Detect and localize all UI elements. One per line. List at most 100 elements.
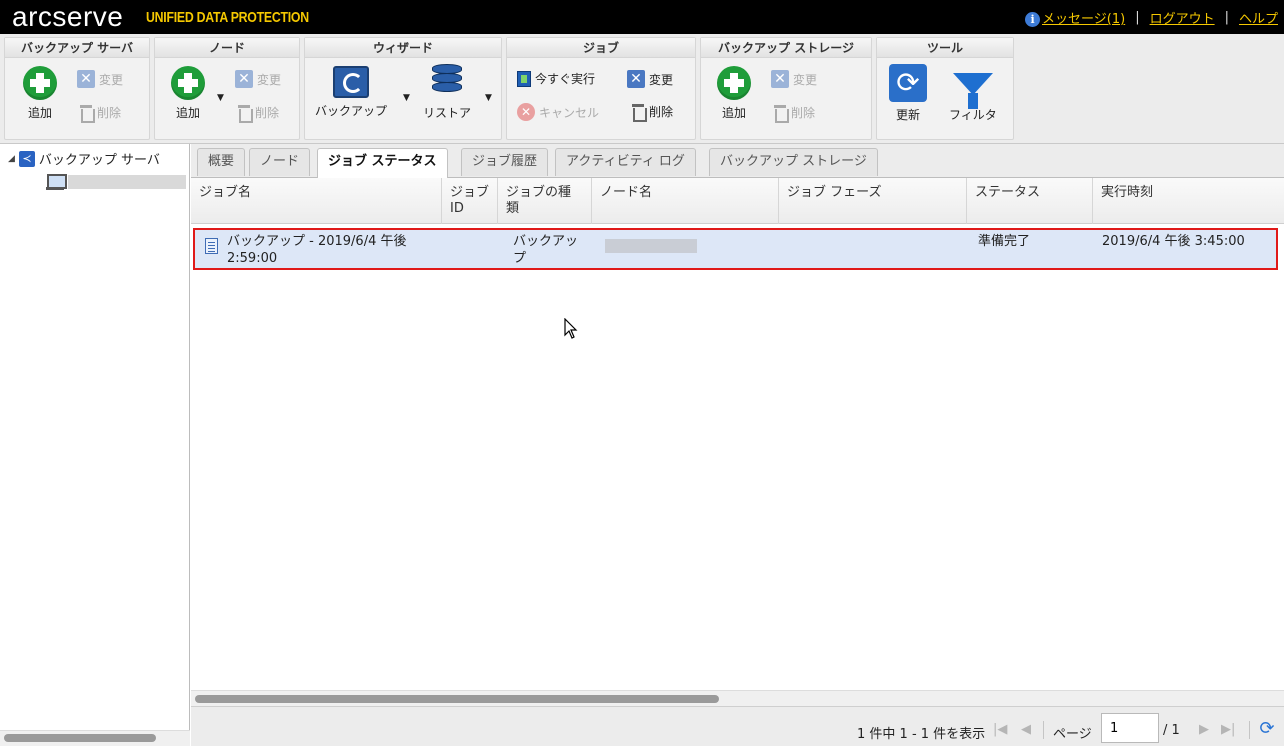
- column-label: ID: [450, 201, 464, 216]
- edit-server-button[interactable]: ✕ 変更: [77, 70, 123, 88]
- messages-link-text[interactable]: メッセージ(1): [1042, 12, 1125, 27]
- column-node-name[interactable]: ノード名: [592, 178, 779, 224]
- edit-node-button[interactable]: ✕ 変更: [235, 70, 281, 88]
- button-label: 追加: [27, 106, 52, 120]
- tab-job-status[interactable]: ジョブ ステータス: [317, 148, 448, 178]
- grid-horizontal-scrollbar[interactable]: [191, 690, 1284, 706]
- page-total: / 1: [1163, 723, 1180, 738]
- button-label: 追加: [721, 106, 746, 120]
- tab-backup-storage[interactable]: バックアップ ストレージ: [709, 148, 878, 176]
- pager-summary: 1 件中 1 - 1 件を表示: [857, 727, 986, 742]
- tab-job-history[interactable]: ジョブ履歴: [461, 148, 549, 176]
- last-page-icon[interactable]: ▶|: [1221, 722, 1235, 737]
- filter-icon: [952, 73, 993, 109]
- edit-icon: ✕: [77, 70, 95, 88]
- delete-server-button[interactable]: 削除: [79, 104, 121, 123]
- tab-activity-log[interactable]: アクティビティ ログ: [555, 148, 696, 176]
- edit-icon: ✕: [627, 70, 645, 88]
- group-title: ジョブ: [507, 38, 695, 58]
- trash-icon: [79, 104, 95, 123]
- chevron-down-icon[interactable]: ▼: [485, 93, 492, 103]
- column-label: 類: [506, 201, 520, 216]
- app-header: arcserve UNIFIED DATA PROTECTION i メッセージ(…: [0, 0, 1284, 34]
- group-tools: ツール 更新 フィルタ: [876, 37, 1014, 140]
- button-label: リストア: [423, 106, 472, 120]
- edit-icon: ✕: [235, 70, 253, 88]
- delete-job-button[interactable]: 削除: [631, 103, 674, 122]
- prev-page-icon[interactable]: ◀: [1021, 722, 1031, 737]
- scrollbar-thumb[interactable]: [195, 695, 719, 703]
- button-label: 削除: [255, 106, 280, 120]
- help-link[interactable]: ヘルプ: [1239, 8, 1278, 27]
- tree-root-backup-server[interactable]: ◢ ≺ バックアップ サーバ: [8, 149, 160, 168]
- delete-storage-button[interactable]: 削除: [773, 104, 815, 123]
- button-label: 追加: [175, 106, 200, 120]
- add-icon: [171, 66, 205, 100]
- first-page-icon[interactable]: |◀: [993, 722, 1007, 737]
- backup-wizard-button[interactable]: バックアップ: [315, 66, 387, 119]
- next-page-icon[interactable]: ▶: [1199, 722, 1209, 737]
- cell-text: プ: [513, 251, 527, 266]
- separator: |: [1135, 10, 1140, 25]
- chevron-down-icon[interactable]: ▼: [217, 93, 224, 103]
- cell-status: 準備完了: [978, 234, 1031, 249]
- edit-icon: ✕: [771, 70, 789, 88]
- column-run-time[interactable]: 実行時刻: [1093, 178, 1284, 224]
- group-node: ノード 追加 ▼ ✕ 変更 削除: [154, 37, 300, 140]
- grid-header: ジョブ名 ジョブ ID ジョブの種 類 ノード名 ジョブ フェーズ ステータス …: [191, 178, 1284, 224]
- cancel-icon: ✕: [517, 103, 535, 121]
- info-icon: i: [1025, 12, 1041, 27]
- expand-arrow-icon[interactable]: ◢: [8, 154, 15, 164]
- edit-job-button[interactable]: ✕ 変更: [627, 70, 673, 88]
- messages-link[interactable]: i メッセージ(1): [1025, 8, 1125, 27]
- run-icon: [517, 70, 531, 87]
- button-label: 更新: [895, 108, 920, 122]
- column-job-id[interactable]: ジョブ ID: [442, 178, 498, 224]
- tab-node[interactable]: ノード: [249, 148, 311, 176]
- tab-overview[interactable]: 概要: [197, 148, 246, 176]
- group-wizard: ウィザード バックアップ ▼ リストア ▼: [304, 37, 502, 140]
- group-title: ウィザード: [305, 38, 501, 58]
- tree-root-label: バックアップ サーバ: [38, 153, 160, 168]
- column-job-name[interactable]: ジョブ名: [191, 178, 442, 224]
- refresh-icon[interactable]: ⟳: [1258, 720, 1276, 738]
- logout-link[interactable]: ログアウト: [1150, 8, 1215, 27]
- button-label: キャンセル: [539, 105, 600, 120]
- restore-wizard-button[interactable]: リストア: [423, 64, 471, 121]
- filter-button[interactable]: フィルタ: [949, 64, 997, 123]
- button-label: 変更: [257, 72, 282, 87]
- column-job-type[interactable]: ジョブの種 類: [498, 178, 592, 224]
- cancel-job-button[interactable]: ✕ キャンセル: [517, 103, 599, 121]
- divider: [1249, 721, 1250, 739]
- delete-node-button[interactable]: 削除: [237, 104, 280, 123]
- ribbon-toolbar: バックアップ サーバ 追加 ✕ 変更 削除 ノード 追加 ▼ ✕ 変更 削除 ウ…: [0, 34, 1284, 144]
- add-storage-button[interactable]: 追加: [717, 66, 751, 121]
- chevron-down-icon[interactable]: ▼: [403, 93, 410, 103]
- product-name: UNIFIED DATA PROTECTION: [146, 9, 309, 26]
- column-label: ジョブ: [450, 185, 490, 200]
- divider: [1043, 721, 1044, 739]
- cell-run-time: 2019/6/4 午後 3:45:00: [1102, 234, 1245, 249]
- pager-bar: 1 件中 1 - 1 件を表示 |◀ ◀ ページ / 1 ▶ ▶| ⟳: [191, 706, 1284, 746]
- tree-item-server[interactable]: [46, 174, 186, 190]
- table-row[interactable]: バックアップ - 2019/6/4 午後 2:59:00 バックアッ プ 準備完…: [193, 228, 1278, 270]
- cell-job-type: バックアッ プ: [513, 233, 593, 267]
- tab-bar: 概要 ノード ジョブ ステータス ジョブ履歴 アクティビティ ログ バックアップ…: [191, 144, 1284, 178]
- left-scrollbar[interactable]: [0, 730, 190, 746]
- separator: |: [1224, 10, 1229, 25]
- edit-storage-button[interactable]: ✕ 変更: [771, 70, 817, 88]
- column-status[interactable]: ステータス: [967, 178, 1093, 224]
- scrollbar-thumb[interactable]: [4, 734, 156, 742]
- redacted-server-name: [68, 175, 186, 189]
- add-server-button[interactable]: 追加: [23, 66, 57, 121]
- backup-icon: [333, 66, 369, 98]
- column-job-phase[interactable]: ジョブ フェーズ: [779, 178, 967, 224]
- add-node-button[interactable]: 追加: [171, 66, 205, 121]
- group-backup-server: バックアップ サーバ 追加 ✕ 変更 削除: [4, 37, 150, 140]
- group-title: バックアップ ストレージ: [701, 38, 871, 58]
- refresh-button[interactable]: 更新: [889, 64, 927, 123]
- button-label: 削除: [649, 105, 674, 119]
- arcserve-logo: arcserve: [12, 1, 124, 32]
- page-number-input[interactable]: [1101, 713, 1159, 743]
- run-now-button[interactable]: 今すぐ実行: [517, 70, 595, 87]
